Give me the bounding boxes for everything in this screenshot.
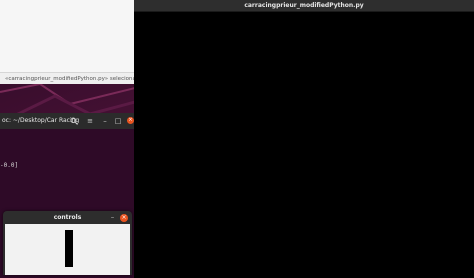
minimize-icon[interactable]: –: [101, 117, 109, 125]
terminal-titlebar[interactable]: oc: ~/Desktop/Car Racing ≡ – □ ×: [0, 113, 135, 129]
controls-canvas[interactable]: [5, 224, 130, 275]
search-icon[interactable]: [70, 117, 78, 125]
game-titlebar[interactable]: carracingprieur_modifiedPython.py: [134, 0, 474, 12]
editor-window[interactable]: «carracingprieur_modifiedPython.py» sele…: [0, 0, 136, 84]
menu-icon[interactable]: ≡: [86, 117, 94, 125]
game-window-title: carracingprieur_modifiedPython.py: [244, 2, 364, 9]
terminal-output-line: -0.0]: [0, 162, 19, 169]
close-icon[interactable]: ×: [120, 214, 128, 222]
maximize-icon[interactable]: □: [114, 117, 122, 125]
close-icon[interactable]: ×: [127, 117, 134, 124]
controls-titlebar[interactable]: controls – ×: [3, 211, 132, 224]
minimize-icon[interactable]: –: [109, 214, 116, 221]
game-canvas[interactable]: [134, 12, 474, 278]
terminal-title: oc: ~/Desktop/Car Racing: [2, 117, 80, 124]
game-window[interactable]: carracingprieur_modifiedPython.py: [134, 0, 474, 278]
control-indicator-bar: [65, 230, 73, 267]
controls-window[interactable]: controls – ×: [3, 211, 132, 275]
editor-status-bar: «carracingprieur_modifiedPython.py» sele…: [0, 72, 135, 84]
